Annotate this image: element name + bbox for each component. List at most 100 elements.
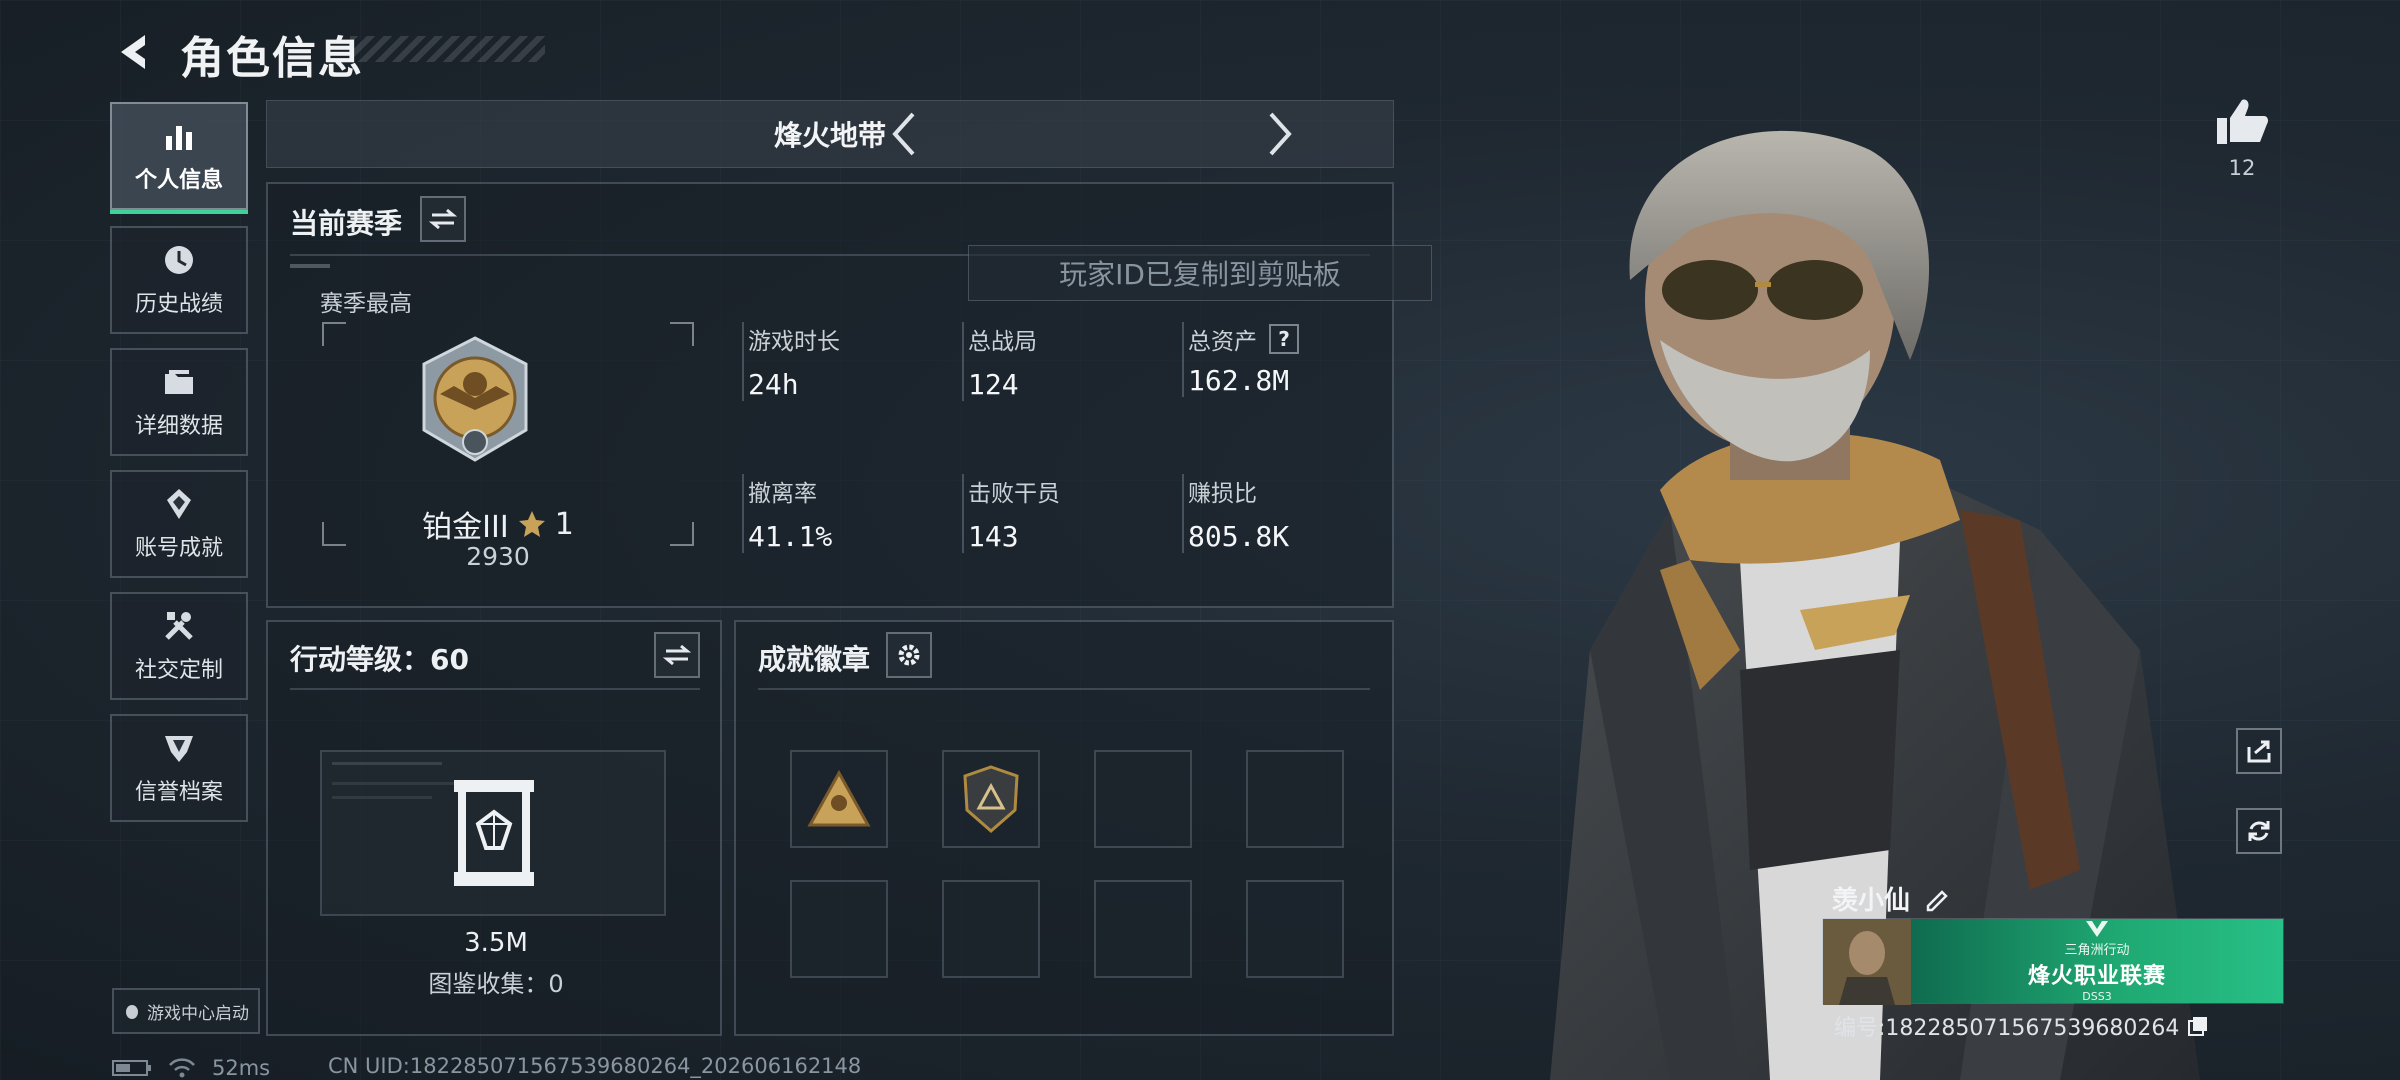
stat-value: 41.1% (748, 520, 833, 553)
sidebar-item-account-achievements[interactable]: 账号成就 (110, 470, 248, 578)
star-icon (518, 511, 545, 537)
shield-badge-icon (963, 765, 1019, 833)
badge-slot[interactable] (942, 750, 1040, 848)
divider (290, 688, 700, 690)
penguin-icon (126, 1005, 138, 1019)
stat-total-assets: 总资产 ? 162.8M (1182, 322, 1382, 397)
badge-slot[interactable] (942, 880, 1040, 978)
league-banner: 三角洲行动 烽火职业联赛 DSS3 (1911, 919, 2283, 1003)
frame-corner (322, 322, 346, 346)
sidebar-item-label: 信誉档案 (134, 780, 223, 805)
stat-label: 游戏时长 (748, 329, 840, 355)
sidebar-item-label: 社交定制 (134, 658, 223, 683)
ping-value: 52ms (212, 1056, 271, 1080)
achievement-icon (167, 489, 191, 519)
player-banner[interactable]: 三角洲行动 烽火职业联赛 DSS3 (1822, 918, 2284, 1005)
copy-icon[interactable] (2187, 1015, 2209, 1037)
achievements-panel: 成就徽章 (734, 620, 1394, 1036)
sidebar-item-personal-info[interactable]: 个人信息 (110, 102, 248, 214)
action-level-switch-button[interactable] (654, 632, 700, 678)
sidebar-item-label: 个人信息 (134, 168, 223, 193)
stat-profit-loss-ratio: 赚损比 805.8K (1182, 474, 1382, 553)
season-best-label: 赛季最高 (320, 291, 412, 317)
badge-slot[interactable] (790, 880, 888, 978)
sidebar-item-history[interactable]: 历史战绩 (110, 226, 248, 334)
frame-corner (670, 322, 694, 346)
sidebar-item-social-custom[interactable]: 社交定制 (110, 592, 248, 700)
share-icon (2247, 740, 2271, 763)
title-decoration (350, 36, 545, 62)
divider (758, 688, 1370, 690)
banner-line2: 烽火职业联赛 (2027, 964, 2166, 989)
player-avatar (1823, 919, 1911, 1005)
gear-icon (898, 644, 920, 666)
thumbs-up-icon (2217, 99, 2268, 144)
prev-mode-button[interactable] (879, 109, 929, 159)
next-mode-button[interactable] (1255, 109, 1305, 159)
swap-icon (663, 644, 691, 666)
rank-info: 铂金III 1 (268, 502, 728, 546)
help-button[interactable]: ? (1269, 324, 1299, 354)
player-name-row: 羡小仙 (1832, 880, 1950, 917)
sidebar-item-label: 历史战绩 (134, 292, 223, 317)
badge-slot[interactable] (790, 750, 888, 848)
sidebar-item-detailed-data[interactable]: 详细数据 (110, 348, 248, 456)
refresh-icon (2248, 821, 2270, 841)
game-center-launch-button[interactable]: 游戏中心启动 (112, 988, 260, 1034)
stat-play-time: 游戏时长 24h (742, 322, 942, 401)
collection-count: 图鉴收集：0 (428, 970, 564, 998)
like-button[interactable] (2214, 96, 2270, 150)
like-count: 12 (2228, 156, 2256, 180)
rank-stars: 1 (554, 506, 574, 542)
tools-icon (165, 612, 193, 640)
history-clock-icon (165, 246, 193, 274)
launch-label: 游戏中心启动 (147, 1003, 249, 1024)
stat-value: 162.8M (1188, 364, 1290, 397)
stat-label: 总资产 (1188, 329, 1257, 355)
player-id: 编号:1822850715675396802​64 (1834, 1016, 2180, 1041)
stat-label: 击败干员 (968, 481, 1060, 507)
page-title: 角色信息 (180, 33, 364, 84)
mode-selector: 烽火地带 (266, 100, 1394, 168)
badge-slot[interactable] (1246, 880, 1344, 978)
season-title: 当前赛季 (290, 207, 403, 240)
league-logo-icon (2086, 921, 2108, 937)
stat-operators-defeated: 击败干员 143 (962, 474, 1162, 553)
stat-label: 赚损比 (1188, 481, 1257, 507)
action-level-panel: 行动等级：60 3.5M 图鉴收集：0 (266, 620, 722, 1036)
divider-mark (290, 264, 330, 268)
player-name: 羡小仙 (1832, 886, 1911, 916)
stat-value: 24h (748, 368, 799, 401)
refresh-button[interactable] (2236, 808, 2282, 854)
stat-value: 124 (968, 368, 1019, 401)
achievements-settings-button[interactable] (886, 632, 932, 678)
chevron-left-icon (892, 112, 915, 156)
rank-score: 2930 (466, 542, 530, 571)
stat-total-matches: 总战局 124 (962, 322, 1162, 401)
platinum-rank-emblem (422, 336, 528, 462)
banner-line1: 三角洲行动 (2064, 943, 2130, 958)
season-switch-button[interactable] (420, 196, 466, 242)
battery-icon (112, 1060, 151, 1076)
stat-label: 撤离率 (748, 481, 817, 507)
action-level-value: 3.5M (464, 928, 528, 958)
stat-value: 143 (968, 520, 1019, 553)
wifi-icon (169, 1058, 195, 1078)
share-button[interactable] (2236, 728, 2282, 774)
badge-slot[interactable] (1094, 880, 1192, 978)
banner-line3: DSS3 (2082, 990, 2112, 1003)
player-id-row: 编号:1822850715675396802​64 (1834, 1010, 2209, 1042)
mode-title: 烽火地带 (773, 119, 886, 152)
badge-slot[interactable] (1094, 750, 1192, 848)
sidebar-item-credit-record[interactable]: 信誉档案 (110, 714, 248, 822)
back-button[interactable] (108, 26, 160, 78)
edit-name-icon[interactable] (1924, 886, 1950, 912)
action-level-title: 行动等级：60 (290, 643, 469, 676)
squad-badge-icon (807, 769, 871, 827)
chevron-right-icon (1269, 112, 1292, 156)
credit-shield-icon (165, 736, 193, 762)
badge-slot[interactable] (1246, 750, 1344, 848)
rank-name: 铂金III (422, 510, 509, 545)
stat-value: 805.8K (1188, 520, 1290, 553)
stat-label: 总战局 (968, 329, 1037, 355)
